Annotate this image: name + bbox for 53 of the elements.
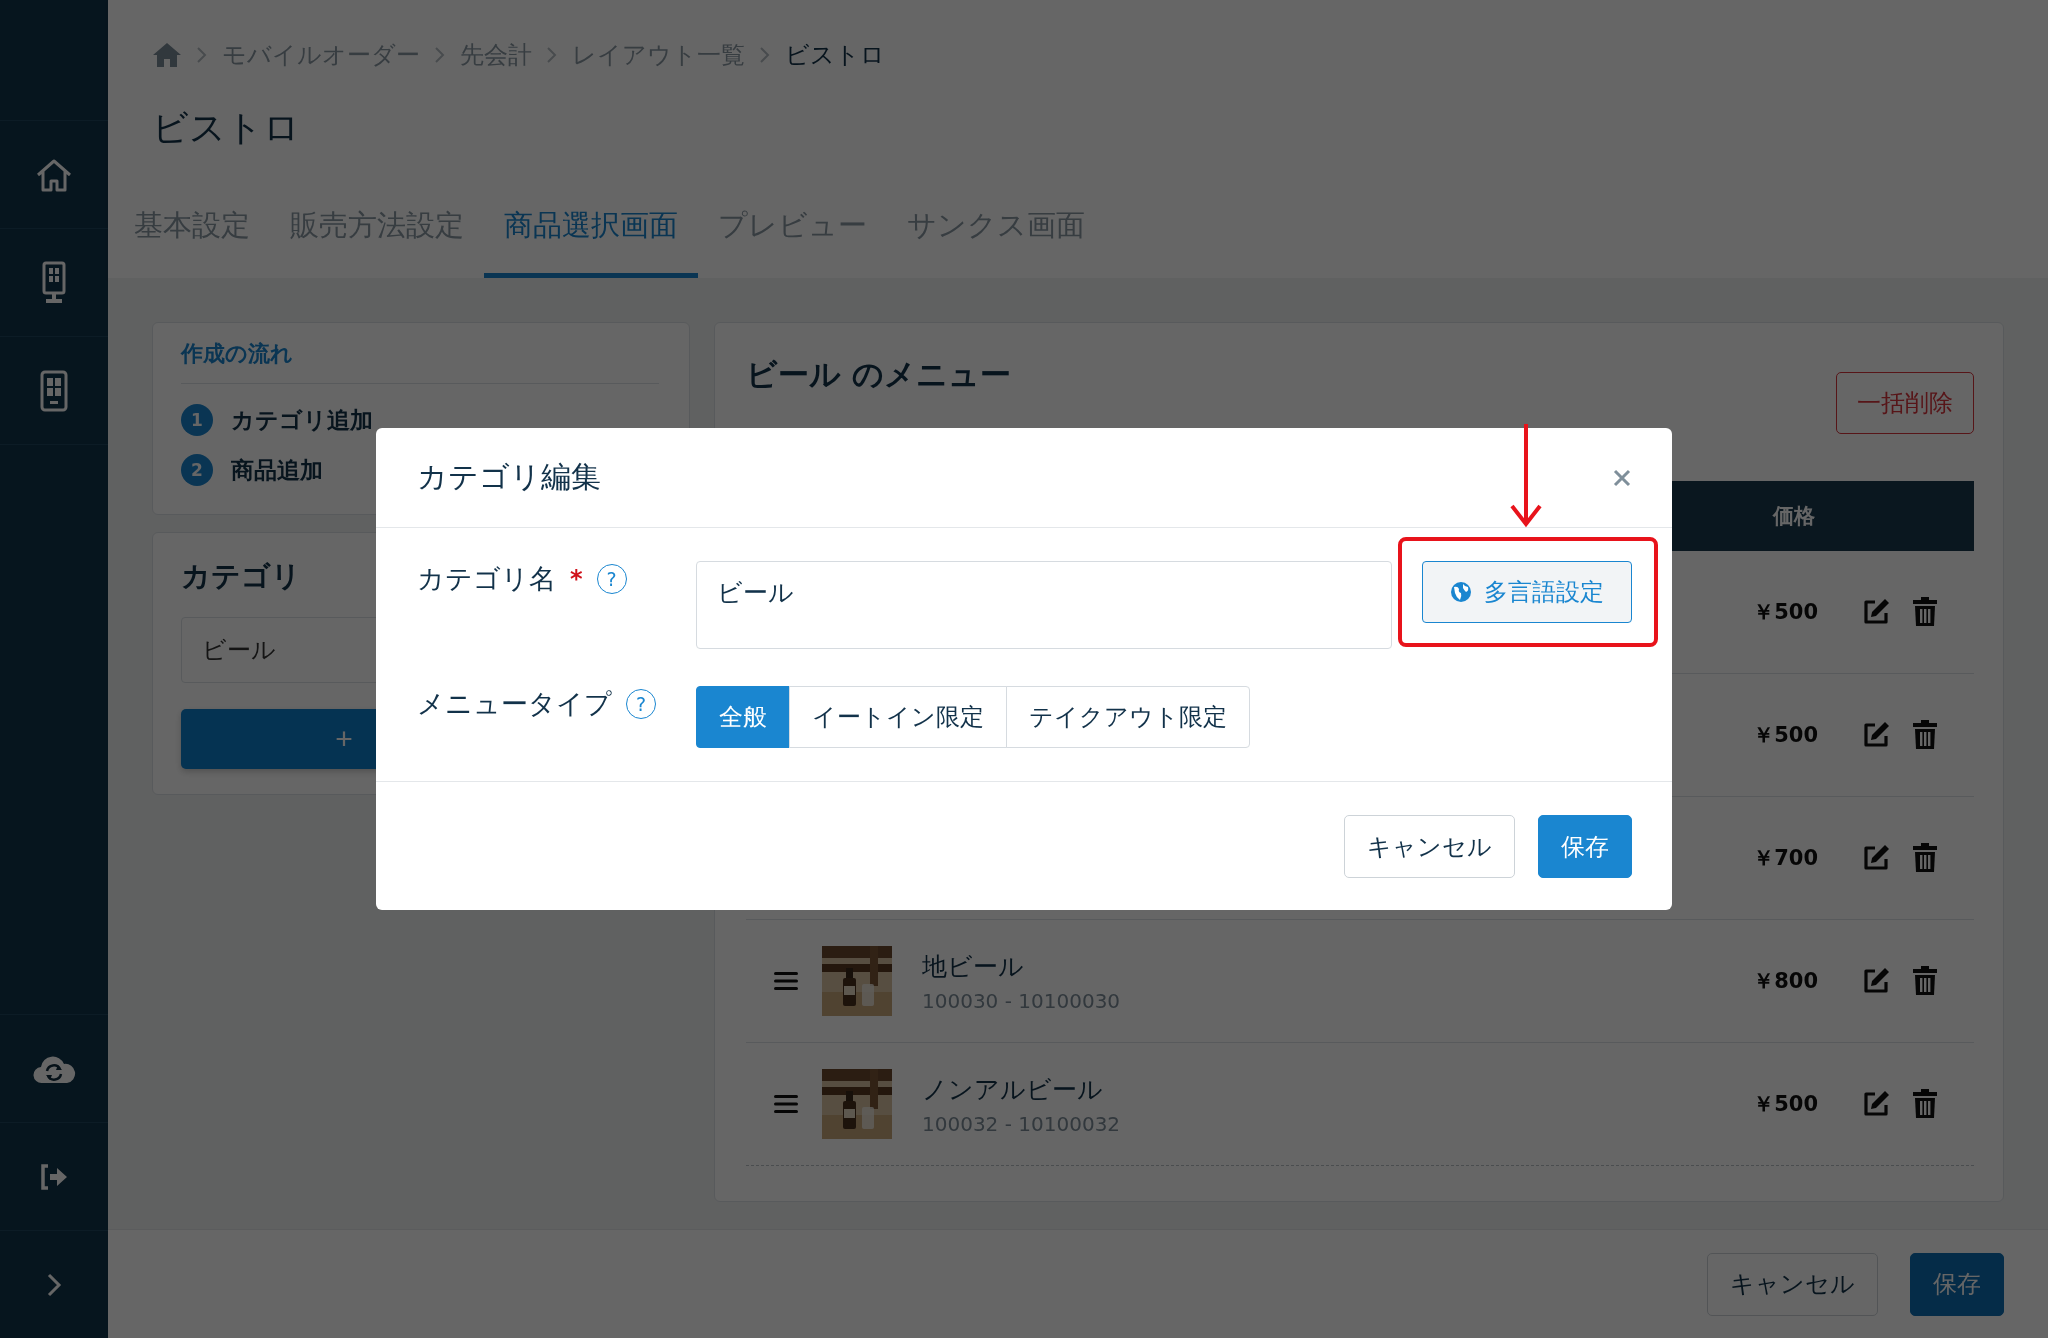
field-label: メニュータイプ	[417, 687, 612, 721]
required-mark: *	[570, 565, 583, 593]
trash-icon[interactable]	[1912, 966, 1938, 996]
edit-icon[interactable]	[1861, 720, 1891, 750]
trash-icon[interactable]	[1912, 720, 1938, 750]
save-button[interactable]: 保存	[1910, 1252, 2004, 1316]
drag-handle-icon[interactable]	[774, 971, 798, 991]
chevron-right-icon	[196, 46, 208, 64]
save-button[interactable]: 保存	[1538, 815, 1632, 878]
edit-icon[interactable]	[1861, 843, 1891, 873]
home-icon[interactable]	[152, 42, 182, 68]
globe-icon	[1450, 581, 1472, 603]
cancel-button[interactable]: キャンセル	[1344, 815, 1515, 878]
panel-title: ビール のメニュー	[746, 355, 1011, 394]
segment-option[interactable]: テイクアウト限定	[1006, 686, 1250, 748]
price: ￥500	[1753, 722, 1818, 749]
cancel-button[interactable]: キャンセル	[1707, 1252, 1878, 1316]
trash-icon[interactable]	[1912, 843, 1938, 873]
input-field[interactable]: ビール	[696, 561, 1392, 649]
card-title: カテゴリ	[181, 558, 301, 595]
field-label: カテゴリ名	[417, 562, 556, 596]
trash-icon[interactable]	[1912, 597, 1938, 627]
edit-icon[interactable]	[1861, 1089, 1891, 1119]
column-header: 価格	[1771, 503, 1816, 530]
price: ￥500	[1753, 599, 1818, 626]
card-title: 作成の流れ	[181, 337, 659, 384]
logout-icon[interactable]	[39, 1162, 69, 1191]
chevron-right-icon[interactable]	[46, 1272, 62, 1297]
page-title: ビストロ	[152, 106, 301, 150]
bulk-delete-button[interactable]: 一括削除	[1836, 372, 1974, 434]
close-icon[interactable]	[1612, 467, 1632, 488]
price: ￥800	[1753, 968, 1818, 995]
product-name: 地ビール	[922, 950, 1025, 983]
dialog-title: カテゴリ編集	[417, 458, 601, 496]
chevron-right-icon	[546, 46, 558, 64]
product-name: ノンアルビール	[922, 1073, 1104, 1106]
chevron-right-icon	[434, 46, 446, 64]
step-number: 2	[181, 454, 213, 486]
drag-handle-icon[interactable]	[774, 1094, 798, 1114]
language-settings-button[interactable]: 多言語設定	[1422, 561, 1632, 623]
step-label: カテゴリ追加	[231, 405, 373, 435]
edit-icon[interactable]	[1861, 966, 1891, 996]
segment-option[interactable]: イートイン限定	[789, 686, 1007, 748]
price: ￥500	[1753, 1091, 1818, 1118]
segment-option[interactable]: 全般	[696, 686, 790, 748]
kiosk-icon[interactable]	[41, 260, 67, 305]
chevron-right-icon	[759, 46, 771, 64]
edit-icon[interactable]	[1861, 597, 1891, 627]
step-number: 1	[181, 404, 213, 436]
tablet-icon[interactable]	[40, 369, 68, 412]
step-label: 商品追加	[231, 455, 323, 485]
trash-icon[interactable]	[1912, 1089, 1938, 1119]
price: ￥700	[1753, 845, 1818, 872]
